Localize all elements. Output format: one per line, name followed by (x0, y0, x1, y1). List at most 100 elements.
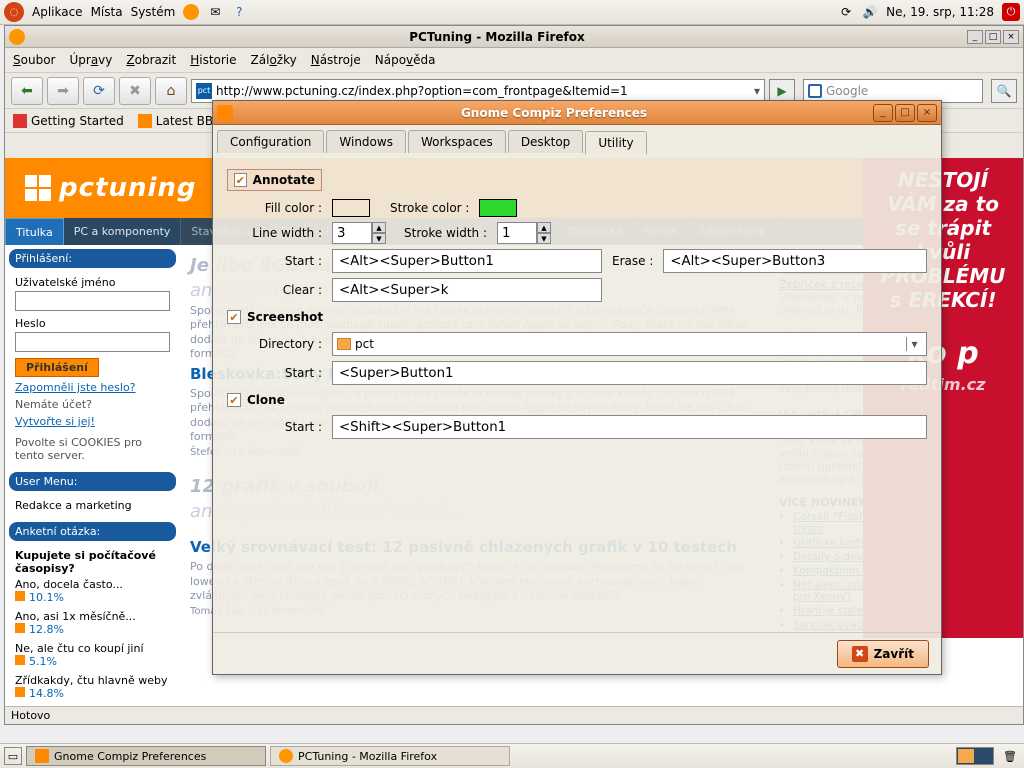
poll-bar-icon (15, 687, 25, 697)
shutdown-icon[interactable]: ⏻ (1002, 3, 1020, 21)
annotate-erase-input[interactable] (663, 249, 927, 273)
username-input[interactable] (15, 291, 170, 311)
spin-up-icon[interactable]: ▲ (537, 222, 551, 233)
status-text: Hotovo (11, 709, 50, 722)
menu-places[interactable]: Místa (91, 5, 123, 19)
search-placeholder: Google (826, 84, 868, 98)
fill-color-label: Fill color : (247, 201, 322, 215)
stroke-color-label: Stroke color : (390, 201, 469, 215)
workspace-switcher[interactable] (956, 747, 994, 765)
menu-tools[interactable]: Nástroje (311, 53, 361, 67)
chevron-down-icon[interactable]: ▾ (906, 337, 922, 351)
annotate-clear-input[interactable] (332, 278, 602, 302)
left-sidebar: Přihlášení: Uživatelské jméno Heslo Přih… (5, 245, 180, 706)
poll-option[interactable]: Zřídkakdy, čtu hlavně weby14.8% (15, 671, 170, 703)
menu-bookmarks[interactable]: Záložky (251, 53, 297, 67)
statusbar: Hotovo (5, 706, 1023, 724)
updates-icon[interactable]: ⟳ (838, 4, 854, 20)
url-text: http://www.pctuning.cz/index.php?option=… (216, 84, 628, 98)
menu-system[interactable]: Systém (131, 5, 176, 19)
poll-option[interactable]: Ano, docela často...10.1% (15, 575, 170, 607)
dialog-minimize-button[interactable]: _ (873, 104, 893, 122)
tab-workspaces[interactable]: Workspaces (408, 130, 506, 153)
folder-icon (337, 338, 351, 350)
stroke-color-swatch[interactable] (479, 199, 517, 217)
stroke-width-label: Stroke width : (404, 226, 487, 240)
screenshot-checkbox[interactable]: ✔ (227, 310, 241, 324)
menu-applications[interactable]: Aplikace (32, 5, 83, 19)
url-bar[interactable]: pct http://www.pctuning.cz/index.php?opt… (191, 79, 765, 103)
menu-file[interactable]: Soubor (13, 53, 55, 67)
taskbar-item-compiz[interactable]: Gnome Compiz Preferences (26, 746, 266, 766)
search-button[interactable]: 🔍 (991, 79, 1017, 103)
spin-up-icon[interactable]: ▲ (372, 222, 386, 233)
mail-launcher-icon[interactable]: ✉ (207, 4, 223, 20)
directory-chooser[interactable]: pct ▾ (332, 332, 927, 356)
url-dropdown-icon[interactable]: ▾ (754, 84, 760, 98)
annotate-start-input[interactable] (332, 249, 602, 273)
menu-edit[interactable]: Úpravy (69, 53, 112, 67)
clock[interactable]: Ne, 19. srp, 11:28 (886, 5, 994, 19)
home-button[interactable]: ⌂ (155, 77, 187, 105)
bookmark-getting-started[interactable]: Getting Started (13, 114, 124, 128)
stroke-width-spinner[interactable]: ▲▼ (497, 222, 551, 244)
dialog-close-button[interactable]: × (917, 104, 937, 122)
trash-icon[interactable]: 🗑 (1000, 746, 1020, 766)
spin-down-icon[interactable]: ▼ (537, 233, 551, 244)
annotate-checkbox[interactable]: ✔ (234, 173, 247, 187)
reload-button[interactable]: ⟳ (83, 77, 115, 105)
tab-pc[interactable]: PC a komponenty (64, 218, 182, 245)
screenshot-start-input[interactable] (332, 361, 927, 385)
menu-history[interactable]: Historie (190, 53, 236, 67)
go-button[interactable]: ▶ (769, 79, 795, 103)
cookies-notice: Povolte si COOKIES pro tento server. (15, 436, 170, 462)
start-label: Start : (247, 420, 322, 434)
tab-desktop[interactable]: Desktop (508, 130, 584, 153)
line-width-label: Line width : (247, 226, 322, 240)
search-box[interactable]: Google (803, 79, 983, 103)
forgot-password-link[interactable]: Zapomněli jste heslo? (15, 381, 170, 394)
dialog-titlebar[interactable]: Gnome Compiz Preferences _ □ × (213, 101, 941, 125)
titlebar[interactable]: PCTuning - Mozilla Firefox _ □ × (5, 26, 1023, 48)
create-account-link[interactable]: Vytvořte si jej! (15, 415, 170, 428)
show-desktop-button[interactable]: ▭ (4, 747, 22, 765)
back-button[interactable]: ⬅ (11, 77, 43, 105)
poll-option[interactable]: Ano, asi 1x měsíčně...12.8% (15, 607, 170, 639)
menu-view[interactable]: Zobrazit (126, 53, 176, 67)
tab-configuration[interactable]: Configuration (217, 130, 324, 153)
password-label: Heslo (15, 317, 170, 330)
logo-squares-icon (25, 175, 51, 201)
line-width-spinner[interactable]: ▲▼ (332, 222, 386, 244)
tab-titulka[interactable]: Titulka (5, 218, 64, 245)
close-button[interactable]: × (1003, 30, 1019, 44)
dialog-tabs: Configuration Windows Workspaces Desktop… (213, 125, 941, 153)
maximize-button[interactable]: □ (985, 30, 1001, 44)
spin-down-icon[interactable]: ▼ (372, 233, 386, 244)
redakce-link[interactable]: Redakce a marketing (15, 499, 132, 512)
clone-checkbox[interactable]: ✔ (227, 393, 241, 407)
directory-label: Directory : (247, 337, 322, 351)
dialog-maximize-button[interactable]: □ (895, 104, 915, 122)
minimize-button[interactable]: _ (967, 30, 983, 44)
login-button[interactable]: Přihlášení (15, 358, 99, 377)
google-icon (808, 84, 822, 98)
bottom-panel: ▭ Gnome Compiz Preferences PCTuning - Mo… (0, 743, 1024, 768)
dialog-footer: ✖ Zavřít (213, 632, 941, 674)
dialog-close-action-button[interactable]: ✖ Zavřít (837, 640, 929, 668)
ubuntu-logo-icon[interactable]: ◌ (4, 2, 24, 22)
tab-windows[interactable]: Windows (326, 130, 406, 153)
tab-utility[interactable]: Utility (585, 131, 646, 154)
taskbar-item-firefox[interactable]: PCTuning - Mozilla Firefox (270, 746, 510, 766)
site-logo[interactable]: pctuning (25, 173, 197, 203)
poll-option[interactable]: Ne, ale čtu co koupí jiní5.1% (15, 639, 170, 671)
volume-icon[interactable]: 🔊 (862, 4, 878, 20)
help-launcher-icon[interactable]: ? (231, 4, 247, 20)
menu-help[interactable]: Nápověda (375, 53, 436, 67)
firefox-launcher-icon[interactable] (183, 4, 199, 20)
password-input[interactable] (15, 332, 170, 352)
fill-color-swatch[interactable] (332, 199, 370, 217)
stop-button: ✖ (119, 77, 151, 105)
top-panel: ◌ Aplikace Místa Systém ✉ ? ⟳ 🔊 Ne, 19. … (0, 0, 1024, 25)
clone-start-input[interactable] (332, 415, 927, 439)
site-favicon-icon: pct (196, 83, 212, 99)
